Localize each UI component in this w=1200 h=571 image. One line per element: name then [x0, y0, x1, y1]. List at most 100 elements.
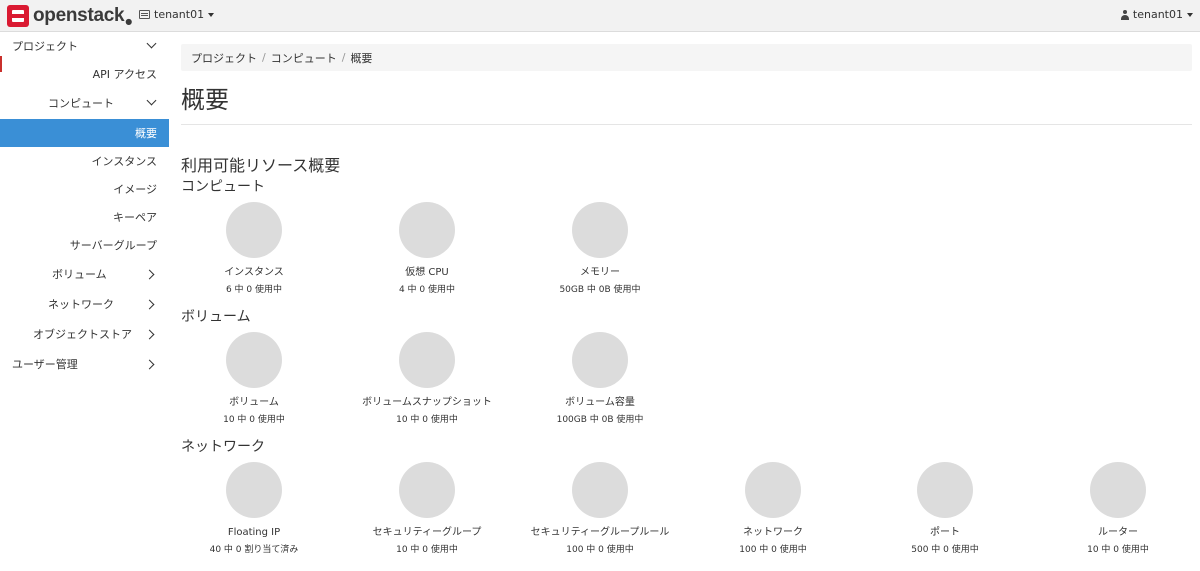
- sidebar-item-8[interactable]: ボリューム: [0, 260, 169, 288]
- group-title-volume: ボリューム: [181, 309, 251, 325]
- quota-usage: 40 中 0 割り当て済み: [209, 545, 299, 555]
- quota-pie: [917, 462, 973, 518]
- quota-label: ボリュームスナップショット: [362, 397, 492, 408]
- breadcrumb-separator: /: [341, 51, 346, 64]
- chevron-right-icon: [144, 329, 155, 340]
- sidebar-item-label: コンピュート: [48, 97, 114, 110]
- sidebar-item-2[interactable]: コンピュート: [0, 89, 169, 117]
- chevron-right-icon: [144, 299, 155, 310]
- top-navbar: openstack ● tenant01 tenant01: [0, 0, 1200, 32]
- sidebar-item-label: 概要: [135, 127, 157, 140]
- quota-pie: [745, 462, 801, 518]
- sidebar-item-1[interactable]: API アクセス: [0, 60, 169, 88]
- quota-pie: [226, 202, 282, 258]
- sidebar-item-label: ボリューム: [52, 268, 107, 281]
- breadcrumb: プロジェクト / コンピュート / 概要: [181, 44, 1192, 71]
- sidebar-item-label: ユーザー管理: [12, 358, 78, 371]
- breadcrumb-item[interactable]: プロジェクト: [191, 50, 257, 66]
- quota-pie: [572, 332, 628, 388]
- sidebar-item-4[interactable]: インスタンス: [0, 147, 169, 175]
- quota-usage: 10 中 0 使用中: [396, 545, 458, 555]
- section-title: 利用可能リソース概要: [181, 156, 341, 175]
- sidebar-item-11[interactable]: ユーザー管理: [0, 350, 169, 378]
- quota-label: メモリー: [580, 267, 620, 278]
- quota-chart: セキュリティーグループルール 100 中 0 使用中: [510, 462, 690, 556]
- quota-pie: [399, 332, 455, 388]
- sidebar-item-label: プロジェクト: [12, 40, 78, 53]
- quota-chart: メモリー 50GB 中 0B 使用中: [510, 202, 690, 296]
- brand-name: openstack: [33, 5, 125, 26]
- quota-chart: ルーター 10 中 0 使用中: [1028, 462, 1200, 556]
- sidebar-item-6[interactable]: キーペア: [0, 203, 169, 231]
- project-name: tenant01: [154, 8, 205, 21]
- sidebar-item-10[interactable]: オブジェクトストア: [0, 320, 169, 348]
- sidebar-item-label: キーペア: [113, 211, 157, 224]
- quota-usage: 100 中 0 使用中: [739, 545, 807, 555]
- quota-pie: [572, 202, 628, 258]
- quota-label: セキュリティーグループ: [372, 527, 482, 538]
- sidebar-item-label: API アクセス: [92, 68, 157, 81]
- quota-chart: 仮想 CPU 4 中 0 使用中: [337, 202, 517, 296]
- quota-label: ネットワーク: [743, 527, 803, 538]
- openstack-logo-icon: [7, 5, 29, 27]
- user-icon: [1120, 9, 1129, 20]
- quota-chart: インスタンス 6 中 0 使用中: [164, 202, 344, 296]
- quota-label: ボリューム: [229, 397, 279, 408]
- quota-usage: 10 中 0 使用中: [223, 415, 285, 425]
- group-title-compute: コンピュート: [181, 179, 265, 195]
- quota-usage: 100 中 0 使用中: [566, 545, 634, 555]
- chevron-down-icon: [146, 38, 157, 49]
- breadcrumb-item: 概要: [350, 51, 373, 65]
- quota-label: ポート: [930, 527, 960, 538]
- breadcrumb-item[interactable]: コンピュート: [271, 50, 337, 66]
- chevron-down-icon: [146, 95, 157, 106]
- quota-usage: 500 中 0 使用中: [911, 545, 979, 555]
- quota-usage: 100GB 中 0B 使用中: [556, 415, 644, 425]
- quota-chart: ボリューム 10 中 0 使用中: [164, 332, 344, 426]
- quota-pie: [1090, 462, 1146, 518]
- breadcrumb-separator: /: [262, 51, 266, 64]
- quota-label: インスタンス: [224, 267, 284, 278]
- quota-label: ルーター: [1098, 527, 1138, 538]
- sidebar-item-0[interactable]: プロジェクト: [0, 32, 169, 60]
- brand-logo-link[interactable]: openstack ●: [7, 4, 132, 28]
- sidebar-item-7[interactable]: サーバーグループ: [0, 231, 169, 259]
- quota-label: セキュリティーグループルール: [530, 527, 670, 538]
- quota-usage: 4 中 0 使用中: [398, 285, 456, 295]
- sidebar-item-9[interactable]: ネットワーク: [0, 290, 169, 318]
- quota-chart: セキュリティーグループ 10 中 0 使用中: [337, 462, 517, 556]
- sidebar-item-label: イメージ: [113, 183, 157, 196]
- page-title: 概要: [181, 86, 229, 114]
- quota-pie: [226, 332, 282, 388]
- quota-usage: 50GB 中 0B 使用中: [559, 285, 641, 295]
- quota-chart: ボリューム容量 100GB 中 0B 使用中: [510, 332, 690, 426]
- quota-chart: ポート 500 中 0 使用中: [855, 462, 1035, 556]
- quota-label: Floating IP: [227, 527, 281, 538]
- quota-chart: ボリュームスナップショット 10 中 0 使用中: [337, 332, 517, 426]
- group-title-network: ネットワーク: [181, 439, 265, 455]
- sidebar-nav: プロジェクト API アクセスコンピュート概要インスタンスイメージキーペアサーバー…: [0, 32, 169, 571]
- sidebar-item-5[interactable]: イメージ: [0, 175, 169, 203]
- quota-label: ボリューム容量: [565, 397, 635, 408]
- quota-label: 仮想 CPU: [405, 267, 449, 278]
- quota-usage: 10 中 0 使用中: [1087, 545, 1149, 555]
- chevron-right-icon: [144, 359, 155, 370]
- sidebar-item-label: オブジェクトストア: [33, 328, 132, 341]
- project-icon: [139, 10, 150, 19]
- quota-pie: [226, 462, 282, 518]
- quota-pie: [399, 462, 455, 518]
- user-menu[interactable]: tenant01: [1120, 8, 1193, 21]
- quota-chart: Floating IP 40 中 0 割り当て済み: [164, 462, 344, 556]
- user-name: tenant01: [1132, 8, 1183, 21]
- quota-usage: 6 中 0 使用中: [225, 285, 283, 295]
- quota-pie: [572, 462, 628, 518]
- title-divider: [181, 124, 1192, 125]
- sidebar-item-label: ネットワーク: [48, 298, 114, 311]
- caret-down-icon: [208, 12, 215, 17]
- quota-pie: [399, 202, 455, 258]
- brand-dot-icon: ●: [125, 16, 133, 26]
- project-switcher[interactable]: tenant01: [139, 8, 215, 21]
- sidebar-item-3[interactable]: 概要: [0, 119, 169, 147]
- quota-chart: ネットワーク 100 中 0 使用中: [683, 462, 863, 556]
- caret-down-icon: [1187, 12, 1193, 17]
